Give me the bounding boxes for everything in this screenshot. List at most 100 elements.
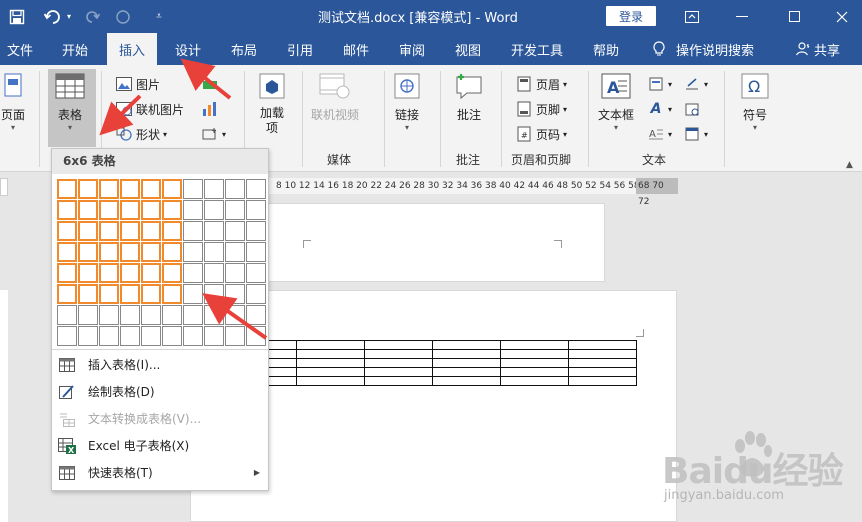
page-number-button[interactable]: # 页码 ▾ [516, 123, 567, 145]
tab-mailings[interactable]: 邮件 [334, 33, 378, 65]
table-size-cell[interactable] [78, 242, 98, 262]
table-size-cell[interactable] [57, 284, 77, 304]
table-size-cell[interactable] [204, 305, 224, 325]
table-size-cell[interactable] [183, 221, 203, 241]
table-size-cell[interactable] [246, 305, 266, 325]
table-cell[interactable] [268, 340, 297, 350]
table-size-cell[interactable] [225, 326, 245, 346]
table-size-cell[interactable] [162, 284, 182, 304]
menu-item-quick-tables[interactable]: 快速表格(T) ▶ [52, 459, 268, 486]
table-cell[interactable] [567, 340, 637, 350]
table-size-cell[interactable] [204, 242, 224, 262]
tab-home[interactable]: 开始 [52, 33, 98, 65]
smartart-button[interactable] [202, 73, 222, 95]
document-table[interactable] [268, 340, 637, 386]
tab-insert[interactable]: 插入 [107, 33, 157, 65]
table-size-cell[interactable] [246, 326, 266, 346]
table-size-cell[interactable] [120, 179, 140, 199]
table-size-grid[interactable] [57, 179, 266, 346]
table-size-cell[interactable] [162, 242, 182, 262]
symbol-button[interactable]: Ω 符号 ▾ [738, 69, 772, 132]
table-size-cell[interactable] [225, 221, 245, 241]
undo-dropdown-icon[interactable]: ▾ [64, 6, 74, 28]
table-size-cell[interactable] [99, 284, 119, 304]
table-size-cell[interactable] [78, 179, 98, 199]
table-size-cell[interactable] [57, 221, 77, 241]
table-cell[interactable] [295, 340, 365, 350]
menu-item-draw-table[interactable]: 绘制表格(D) [52, 378, 268, 405]
table-cell[interactable] [295, 376, 365, 386]
table-size-cell[interactable] [204, 179, 224, 199]
table-size-cell[interactable] [78, 263, 98, 283]
table-cell[interactable] [268, 358, 297, 368]
table-cell[interactable] [499, 358, 569, 368]
table-size-cell[interactable] [225, 284, 245, 304]
collapse-ribbon-icon[interactable]: ▲ [846, 160, 853, 170]
table-size-cell[interactable] [99, 326, 119, 346]
document-page-1[interactable] [268, 203, 605, 282]
table-size-cell[interactable] [162, 305, 182, 325]
table-cell[interactable] [567, 376, 637, 386]
horizontal-ruler[interactable]: 8 10 12 14 16 18 20 22 24 26 28 30 32 34… [268, 178, 678, 194]
table-size-cell[interactable] [204, 200, 224, 220]
table-cell[interactable] [499, 349, 569, 359]
table-size-cell[interactable] [162, 200, 182, 220]
wordart-button[interactable]: A ▾ [648, 98, 672, 120]
tab-design[interactable]: 设计 [166, 33, 210, 65]
repeat-icon[interactable] [112, 6, 134, 28]
menu-item-convert-text-to-table[interactable]: 文本转换成表格(V)... [52, 405, 268, 432]
table-size-cell[interactable] [246, 284, 266, 304]
tab-layout[interactable]: 布局 [222, 33, 266, 65]
table-size-cell[interactable] [57, 305, 77, 325]
table-size-cell[interactable] [246, 242, 266, 262]
table-size-cell[interactable] [78, 326, 98, 346]
table-size-cell[interactable] [225, 200, 245, 220]
table-size-cell[interactable] [57, 263, 77, 283]
tab-review[interactable]: 审阅 [390, 33, 434, 65]
table-cell[interactable] [567, 349, 637, 359]
table-size-cell[interactable] [183, 284, 203, 304]
table-cell[interactable] [499, 340, 569, 350]
table-size-cell[interactable] [204, 326, 224, 346]
table-size-cell[interactable] [120, 242, 140, 262]
tell-me-search[interactable]: 操作说明搜索 [652, 33, 754, 65]
drop-cap-button[interactable]: A ▾ [648, 123, 672, 145]
table-size-cell[interactable] [141, 326, 161, 346]
table-size-cell[interactable] [183, 200, 203, 220]
table-size-cell[interactable] [99, 263, 119, 283]
minimize-icon[interactable] [718, 0, 766, 33]
customize-qat-icon[interactable]: ⩡ [148, 6, 170, 28]
table-size-cell[interactable] [225, 179, 245, 199]
login-button[interactable]: 登录 [606, 6, 656, 26]
redo-icon[interactable] [82, 6, 104, 28]
object-button[interactable]: ▾ [684, 123, 708, 145]
table-cell[interactable] [567, 367, 637, 377]
table-cell[interactable] [431, 376, 501, 386]
table-size-cell[interactable] [99, 242, 119, 262]
table-size-cell[interactable] [78, 305, 98, 325]
table-size-cell[interactable] [246, 263, 266, 283]
table-size-cell[interactable] [57, 326, 77, 346]
table-cell[interactable] [431, 349, 501, 359]
tab-help[interactable]: 帮助 [584, 33, 628, 65]
table-size-cell[interactable] [162, 326, 182, 346]
table-cell[interactable] [499, 367, 569, 377]
table-size-cell[interactable] [225, 305, 245, 325]
header-button[interactable]: 页眉 ▾ [516, 73, 567, 95]
undo-icon[interactable] [42, 6, 64, 28]
menu-item-excel-spreadsheet[interactable]: X Excel 电子表格(X) [52, 432, 268, 459]
table-size-cell[interactable] [141, 179, 161, 199]
tab-developer[interactable]: 开发工具 [503, 33, 571, 65]
ribbon-display-options-icon[interactable] [668, 0, 716, 33]
chart-button[interactable] [202, 98, 222, 120]
table-cell[interactable] [567, 358, 637, 368]
link-button[interactable]: 链接 ▾ [390, 69, 424, 132]
table-cell[interactable] [363, 358, 433, 368]
table-size-cell[interactable] [57, 179, 77, 199]
table-size-cell[interactable] [246, 179, 266, 199]
table-cell[interactable] [363, 367, 433, 377]
footer-button[interactable]: 页脚 ▾ [516, 98, 567, 120]
table-cell[interactable] [363, 376, 433, 386]
table-size-cell[interactable] [120, 221, 140, 241]
table-size-cell[interactable] [141, 284, 161, 304]
